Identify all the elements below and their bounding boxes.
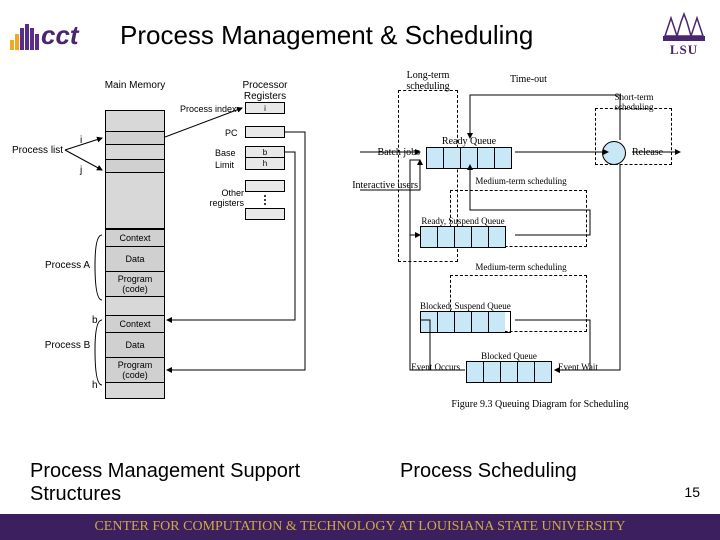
- processor-registers-label: Processor Registers: [220, 80, 310, 102]
- event-occurs-label: Event Occurs: [400, 362, 466, 372]
- proc-a-program: Program (code): [105, 272, 165, 297]
- label-b: b: [92, 315, 98, 326]
- content-area: Main Memory Processor Registers Process …: [0, 70, 720, 460]
- proc-b-program: Program (code): [105, 358, 165, 383]
- blocked-suspend-queue: [420, 311, 511, 333]
- scheduling-diagram: Long-term scheduling Time-out Short-term…: [350, 80, 720, 460]
- ready-queue-label: Ready Queue: [426, 136, 512, 147]
- memory-column: Context Data Program (code) Context Data…: [105, 110, 165, 399]
- ready-suspend-queue: [420, 226, 506, 248]
- label-j: j: [80, 165, 82, 176]
- page-number: 15: [684, 484, 700, 500]
- cct-logo: cct: [10, 15, 110, 55]
- footer-bar: CENTER FOR COMPUTATION & TECHNOLOGY AT L…: [0, 514, 720, 540]
- reg-pc: [245, 126, 285, 138]
- limit-label: Limit: [215, 160, 234, 170]
- base-label: Base: [215, 148, 236, 158]
- timeout-label: Time-out: [510, 74, 547, 85]
- slide-header: cct Process Management & Scheduling LSU: [0, 0, 720, 70]
- left-caption: Process Management Support Structures: [30, 460, 320, 506]
- lsu-text: LSU: [670, 42, 698, 58]
- reg-base: b: [245, 146, 285, 158]
- medium-term-label-2: Medium-term scheduling: [466, 262, 576, 272]
- caption-row: Process Management Support Structures Pr…: [0, 460, 720, 506]
- medium-term-label-1: Medium-term scheduling: [466, 176, 576, 186]
- proc-a-data: Data: [105, 247, 165, 272]
- reg-process-index: i: [245, 102, 285, 114]
- mem-slot-i: [105, 131, 165, 145]
- other-registers-label: Other registers: [200, 188, 244, 208]
- interactive-users-label: Interactive users: [350, 180, 418, 191]
- process-list-label: Process list: [10, 145, 65, 156]
- process-index-label: Process index: [180, 104, 237, 114]
- figure-caption: Figure 9.3 Queuing Diagram for Schedulin…: [350, 399, 720, 410]
- lsu-logo: LSU: [658, 11, 710, 59]
- blocked-suspend-row: Blocked, Suspend Queue: [420, 301, 511, 333]
- page-title: Process Management & Scheduling: [120, 20, 658, 51]
- batch-jobs-label: Batch jobs: [350, 147, 426, 158]
- process-a-label: Process A: [40, 260, 95, 271]
- cct-text: cct: [41, 20, 79, 51]
- proc-a-context: Context: [105, 229, 165, 247]
- proc-b-data: Data: [105, 333, 165, 358]
- pc-label: PC: [225, 128, 238, 138]
- label-i: i: [80, 135, 82, 146]
- blocked-suspend-label: Blocked, Suspend Queue: [420, 301, 511, 311]
- label-h: h: [92, 380, 98, 391]
- long-term-label: Long-term scheduling: [392, 70, 464, 92]
- process-mgmt-diagram: Main Memory Processor Registers Process …: [10, 80, 330, 460]
- reg-other-1: [245, 180, 285, 192]
- blocked-queue: [466, 361, 552, 383]
- proc-b-context: Context: [105, 315, 165, 333]
- ready-suspend-row: Ready, Suspend Queue: [420, 216, 506, 248]
- ready-queue-row: Batch jobs Ready Queue Release: [350, 136, 720, 169]
- event-wait-label: Event Wait: [552, 362, 653, 372]
- ready-queue: [426, 147, 512, 169]
- mem-slot-j: [105, 159, 165, 173]
- right-caption: Process Scheduling: [360, 460, 690, 506]
- ready-suspend-label: Ready, Suspend Queue: [420, 216, 506, 226]
- release-label: Release: [626, 147, 720, 158]
- reg-other-2: [245, 208, 285, 220]
- blocked-queue-row: Event Occurs Blocked Queue Event Wait: [400, 351, 653, 383]
- process-b-label: Process B: [40, 340, 95, 351]
- reg-limit: h: [245, 158, 285, 170]
- blocked-queue-label: Blocked Queue: [466, 351, 552, 361]
- short-term-label: Short-term scheduling: [598, 92, 670, 112]
- cpu-node: [602, 141, 626, 165]
- main-memory-label: Main Memory: [95, 80, 175, 91]
